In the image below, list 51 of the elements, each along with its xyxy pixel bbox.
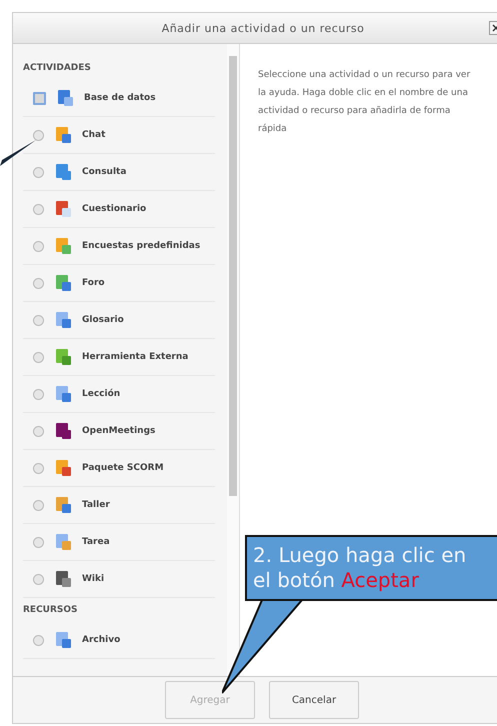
radio-button[interactable]: [33, 536, 44, 548]
help-text: Seleccione una actividad o un recurso para ver la ayuda. Haga doble clic en el nombre de una actividad o recurso para añadirla de forma rápida: [257, 69, 472, 136]
activity-label[interactable]: Tarea: [82, 537, 110, 547]
activity-icon: [54, 274, 72, 292]
activity-icon: [54, 570, 72, 588]
activity-icon: [54, 311, 72, 329]
radio-button[interactable]: [33, 426, 44, 436]
radio-button[interactable]: [33, 314, 44, 326]
activity-icon: [54, 126, 72, 144]
activity-label[interactable]: OpenMeetings: [82, 426, 156, 436]
activity-icon: [54, 237, 72, 255]
activity-label[interactable]: Wiki: [82, 574, 104, 584]
activity-icon: [54, 631, 72, 649]
radio-button[interactable]: [33, 352, 44, 362]
radio-button[interactable]: [33, 92, 46, 104]
radio-button[interactable]: [33, 388, 44, 400]
activity-icon: [54, 533, 72, 551]
radio-button[interactable]: [33, 204, 44, 214]
activity-icon: [56, 89, 74, 107]
radio-button[interactable]: [33, 634, 44, 646]
activity-label[interactable]: Base de datos: [84, 93, 156, 103]
radio-button[interactable]: [33, 240, 44, 252]
activity-label[interactable]: Herramienta Externa: [82, 352, 188, 362]
activity-icon: [54, 200, 72, 218]
radio-button[interactable]: [33, 574, 44, 584]
activity-label[interactable]: Paquete SCORM: [82, 463, 164, 473]
activity-label[interactable]: Foro: [82, 278, 105, 288]
activity-label[interactable]: Consulta: [82, 167, 126, 177]
activity-label[interactable]: Lección: [82, 389, 120, 399]
activity-label[interactable]: Encuestas predefinidas: [82, 241, 200, 251]
dialog-button[interactable]: Cancelar: [269, 681, 359, 719]
activity-label[interactable]: Glosario: [82, 315, 124, 325]
activity-icon: [54, 385, 72, 403]
radio-button[interactable]: [33, 278, 44, 288]
activity-label[interactable]: Cuestionario: [82, 204, 146, 214]
activity-label[interactable]: Chat: [82, 130, 106, 140]
activity-icon: [54, 163, 72, 181]
radio-button[interactable]: [33, 462, 44, 474]
activity-icon: [54, 459, 72, 477]
activity-label[interactable]: Taller: [82, 500, 110, 510]
activity-icon: [54, 348, 72, 366]
activity-icon: [54, 422, 72, 440]
radio-button[interactable]: [33, 166, 44, 178]
scrollbar[interactable]: [227, 44, 239, 676]
activity-icon: [54, 496, 72, 514]
activity-label[interactable]: Archivo: [82, 635, 120, 645]
radio-button[interactable]: [33, 130, 44, 140]
section-heading: RECURSOS: [23, 604, 79, 617]
window-title: Añadir una actividad o un recurso: [162, 22, 364, 34]
radio-button[interactable]: [33, 500, 44, 510]
section-heading: ACTIVIDADES: [23, 62, 92, 75]
